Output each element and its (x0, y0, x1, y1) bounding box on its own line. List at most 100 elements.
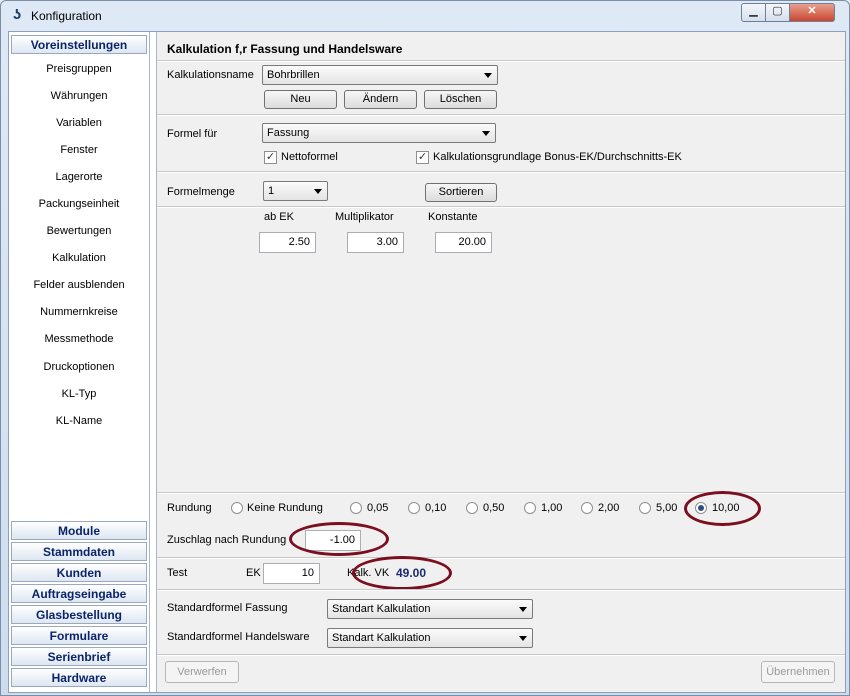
col-ab-ek: ab EK (264, 211, 294, 223)
rundung-radio-200[interactable] (581, 502, 593, 514)
verwerfen-button[interactable]: Verwerfen (165, 661, 239, 683)
group-module[interactable]: Module (11, 521, 147, 540)
divider (157, 492, 845, 494)
rundung-option-100: 1,00 (541, 502, 563, 514)
ek-label: EK (246, 567, 261, 579)
group-glasbestellung[interactable]: Glasbestellung (11, 605, 147, 624)
uebernehmen-button[interactable]: Übernehmen (761, 661, 835, 683)
group-formulare[interactable]: Formulare (11, 626, 147, 645)
rundung-option-500: 5,00 (656, 502, 678, 514)
sidebar-item-kl-typ[interactable]: KL-Typ (9, 388, 149, 400)
nettoformel-checkbox[interactable]: ✓ (264, 151, 277, 164)
rundung-radio-1000[interactable] (695, 502, 707, 514)
formelmenge-select[interactable]: 1 (263, 181, 328, 201)
config-window: ʖ Konfiguration ▁ ▢ ✕ Voreinstellungen P… (0, 0, 850, 696)
loeschen-button[interactable]: Löschen (424, 90, 497, 109)
main-panel: Kalkulation f‚r Fassung und Handelsware … (156, 32, 845, 692)
formelmenge-label: Formelmenge (167, 186, 235, 198)
divider (157, 654, 845, 656)
std-handelsware-value: Standart Kalkulation (332, 632, 431, 644)
sidebar-item-messmethode[interactable]: Messmethode (9, 333, 149, 345)
std-fassung-label: Standardformel Fassung (167, 602, 288, 614)
bonus-label: Kalkulationsgrundlage Bonus-EK/Durchschn… (433, 151, 682, 163)
page-title: Kalkulation f‚r Fassung und Handelsware (167, 42, 403, 56)
chevron-down-icon (314, 189, 322, 194)
kalkulationsname-label: Kalkulationsname (167, 69, 254, 81)
rundung-radio-005[interactable] (350, 502, 362, 514)
std-fassung-value: Standart Kalkulation (332, 603, 431, 615)
sidebar-item-variablen[interactable]: Variablen (9, 117, 149, 129)
rundung-option-050: 0,50 (483, 502, 505, 514)
multiplikator-input[interactable]: 3.00 (347, 232, 404, 253)
divider (157, 114, 845, 116)
nettoformel-label: Nettoformel (281, 151, 338, 163)
rundung-option-010: 0,10 (425, 502, 447, 514)
client-area: Voreinstellungen Preisgruppen Währungen … (8, 31, 846, 693)
rundung-radio-010[interactable] (408, 502, 420, 514)
group-hardware[interactable]: Hardware (11, 668, 147, 687)
divider (157, 206, 845, 208)
window-title: Konfiguration (31, 9, 102, 23)
kalk-vk-value: 49.00 (396, 566, 427, 580)
neu-button[interactable]: Neu (264, 90, 337, 109)
formel-label: Formel für (167, 128, 218, 140)
divider (157, 60, 845, 62)
rundung-option-200: 2,00 (598, 502, 620, 514)
bonus-checkbox[interactable]: ✓ (416, 151, 429, 164)
title-bar: ʖ Konfiguration ▁ ▢ ✕ (1, 1, 849, 31)
sidebar-item-nummernkreise[interactable]: Nummernkreise (9, 306, 149, 318)
sidebar-item-waehrungen[interactable]: Währungen (9, 90, 149, 102)
konstante-input[interactable]: 20.00 (435, 232, 492, 253)
divider (157, 589, 845, 591)
group-serienbrief[interactable]: Serienbrief (11, 647, 147, 666)
zuschlag-input[interactable]: -1.00 (305, 530, 361, 551)
formel-select[interactable]: Fassung (262, 123, 496, 143)
minimize-button[interactable]: ▁ (741, 3, 766, 22)
rundung-option-005: 0,05 (367, 502, 389, 514)
sortieren-button[interactable]: Sortieren (425, 183, 497, 202)
ab-ek-input[interactable]: 2.50 (259, 232, 316, 253)
group-auftragseingabe[interactable]: Auftragseingabe (11, 584, 147, 603)
std-handelsware-select[interactable]: Standart Kalkulation (327, 628, 533, 648)
sidebar-item-packungseinheit[interactable]: Packungseinheit (9, 198, 149, 210)
aendern-button[interactable]: Ändern (344, 90, 417, 109)
rundung-radio-500[interactable] (639, 502, 651, 514)
chevron-down-icon (519, 607, 527, 612)
divider (157, 171, 845, 173)
rundung-radio-100[interactable] (524, 502, 536, 514)
rundung-option-1000: 10,00 (712, 502, 740, 514)
sidebar-item-kalkulation[interactable]: Kalkulation (9, 252, 149, 264)
sidebar-item-lagerorte[interactable]: Lagerorte (9, 171, 149, 183)
group-stammdaten[interactable]: Stammdaten (11, 542, 147, 561)
rundung-option-keine: Keine Rundung (247, 502, 323, 514)
group-kunden[interactable]: Kunden (11, 563, 147, 582)
kalkulationsname-value: Bohrbrillen (267, 69, 320, 81)
formelmenge-value: 1 (268, 185, 275, 197)
std-handelsware-label: Standardformel Handelsware (167, 631, 310, 643)
std-fassung-select[interactable]: Standart Kalkulation (327, 599, 533, 619)
test-label: Test (167, 567, 188, 579)
rundung-radio-keine[interactable] (231, 502, 243, 514)
rundung-label: Rundung (167, 502, 212, 514)
divider (157, 557, 845, 559)
sidebar: Voreinstellungen Preisgruppen Währungen … (9, 32, 150, 692)
close-button[interactable]: ✕ (789, 3, 835, 22)
kalkulationsname-select[interactable]: Bohrbrillen (262, 65, 498, 85)
maximize-button[interactable]: ▢ (765, 3, 790, 22)
chevron-down-icon (519, 636, 527, 641)
col-konstante: Konstante (428, 211, 478, 223)
group-voreinstellungen[interactable]: Voreinstellungen (11, 35, 147, 54)
rundung-radio-050[interactable] (466, 502, 478, 514)
sidebar-item-fenster[interactable]: Fenster (9, 144, 149, 156)
sidebar-item-felder-ausblenden[interactable]: Felder ausblenden (9, 279, 149, 291)
sidebar-item-preisgruppen[interactable]: Preisgruppen (9, 63, 149, 75)
chevron-down-icon (482, 131, 490, 136)
app-logo-icon: ʖ (12, 6, 22, 23)
sidebar-item-kl-name[interactable]: KL-Name (9, 415, 149, 427)
chevron-down-icon (484, 73, 492, 78)
sidebar-item-bewertungen[interactable]: Bewertungen (9, 225, 149, 237)
zuschlag-label: Zuschlag nach Rundung (167, 534, 287, 546)
kalk-vk-label: Kalk. VK (347, 567, 390, 579)
test-ek-input[interactable]: 10 (263, 563, 320, 584)
sidebar-item-druckoptionen[interactable]: Druckoptionen (9, 361, 149, 373)
